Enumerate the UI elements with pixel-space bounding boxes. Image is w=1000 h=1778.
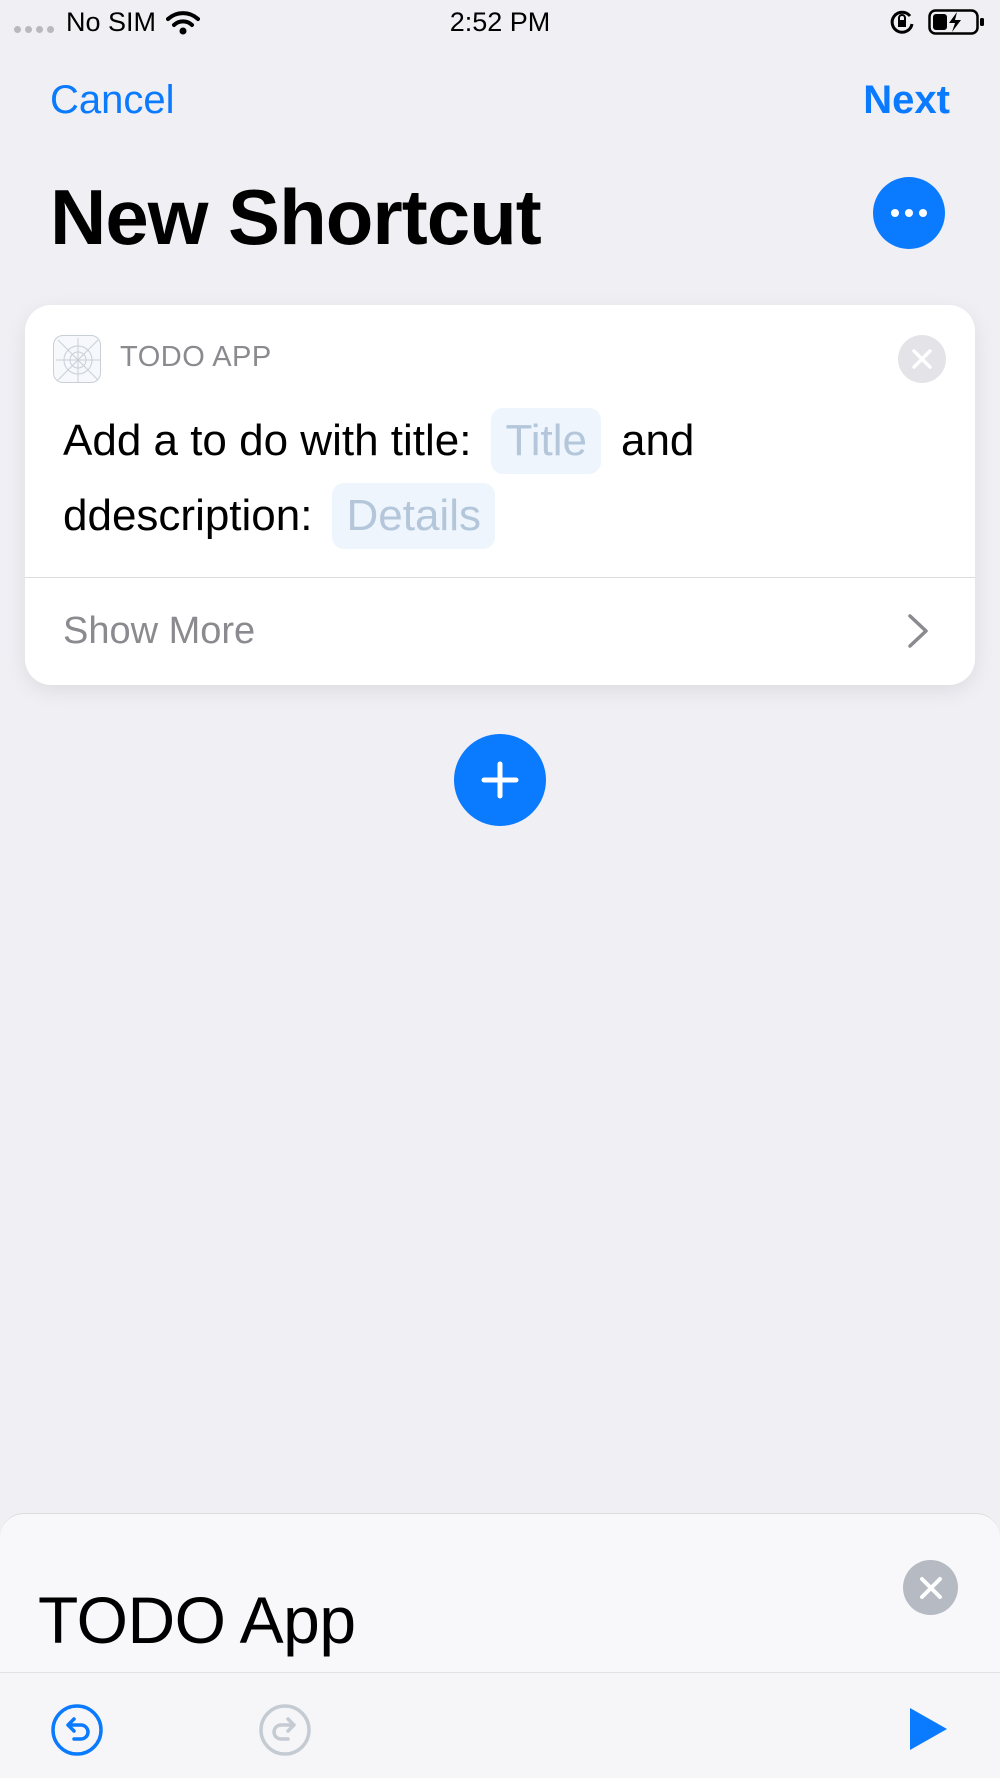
sheet-title: TODO App: [38, 1583, 356, 1657]
play-icon[interactable]: [906, 1705, 950, 1753]
close-icon: [919, 1576, 942, 1599]
action-text: ddescription:: [63, 491, 313, 540]
rotation-lock-icon: [890, 10, 914, 34]
show-more-button[interactable]: Show More: [63, 610, 255, 653]
status-time: 2:52 PM: [449, 7, 551, 37]
title-parameter[interactable]: Title: [491, 408, 601, 474]
screen: No SIM 2:52 PM Cancel Next New Shortcut …: [0, 0, 1000, 1778]
ellipsis-icon: [891, 209, 899, 217]
action-text-line-1: Add a to do with title: Title and: [63, 408, 694, 474]
page-title: New Shortcut: [50, 173, 542, 261]
app-placeholder-icon: [53, 335, 101, 383]
close-sheet-button[interactable]: [903, 1560, 958, 1615]
close-icon: [912, 349, 932, 369]
action-card: TODO APP Add a to do with title: Title a…: [25, 305, 975, 685]
toolbar: [0, 1672, 1000, 1778]
remove-action-button[interactable]: [898, 335, 946, 383]
divider: [25, 577, 975, 578]
add-action-button[interactable]: [454, 734, 546, 826]
undo-icon[interactable]: [50, 1703, 104, 1757]
action-text: Add a to do with title:: [63, 416, 472, 465]
cancel-button[interactable]: Cancel: [50, 78, 175, 123]
next-button[interactable]: Next: [863, 78, 950, 123]
details-parameter[interactable]: Details: [332, 483, 495, 549]
app-name-label: TODO APP: [120, 341, 272, 373]
redo-icon[interactable]: [258, 1703, 312, 1757]
status-right: [888, 8, 986, 36]
action-text: and: [620, 416, 695, 465]
plus-icon: [481, 761, 519, 799]
status-bar: No SIM 2:52 PM: [0, 0, 1000, 50]
chevron-right-icon[interactable]: [907, 613, 929, 649]
battery-charging-icon: [928, 9, 984, 35]
more-options-button[interactable]: [873, 177, 945, 249]
action-text-line-2: ddescription: Details: [63, 483, 515, 549]
